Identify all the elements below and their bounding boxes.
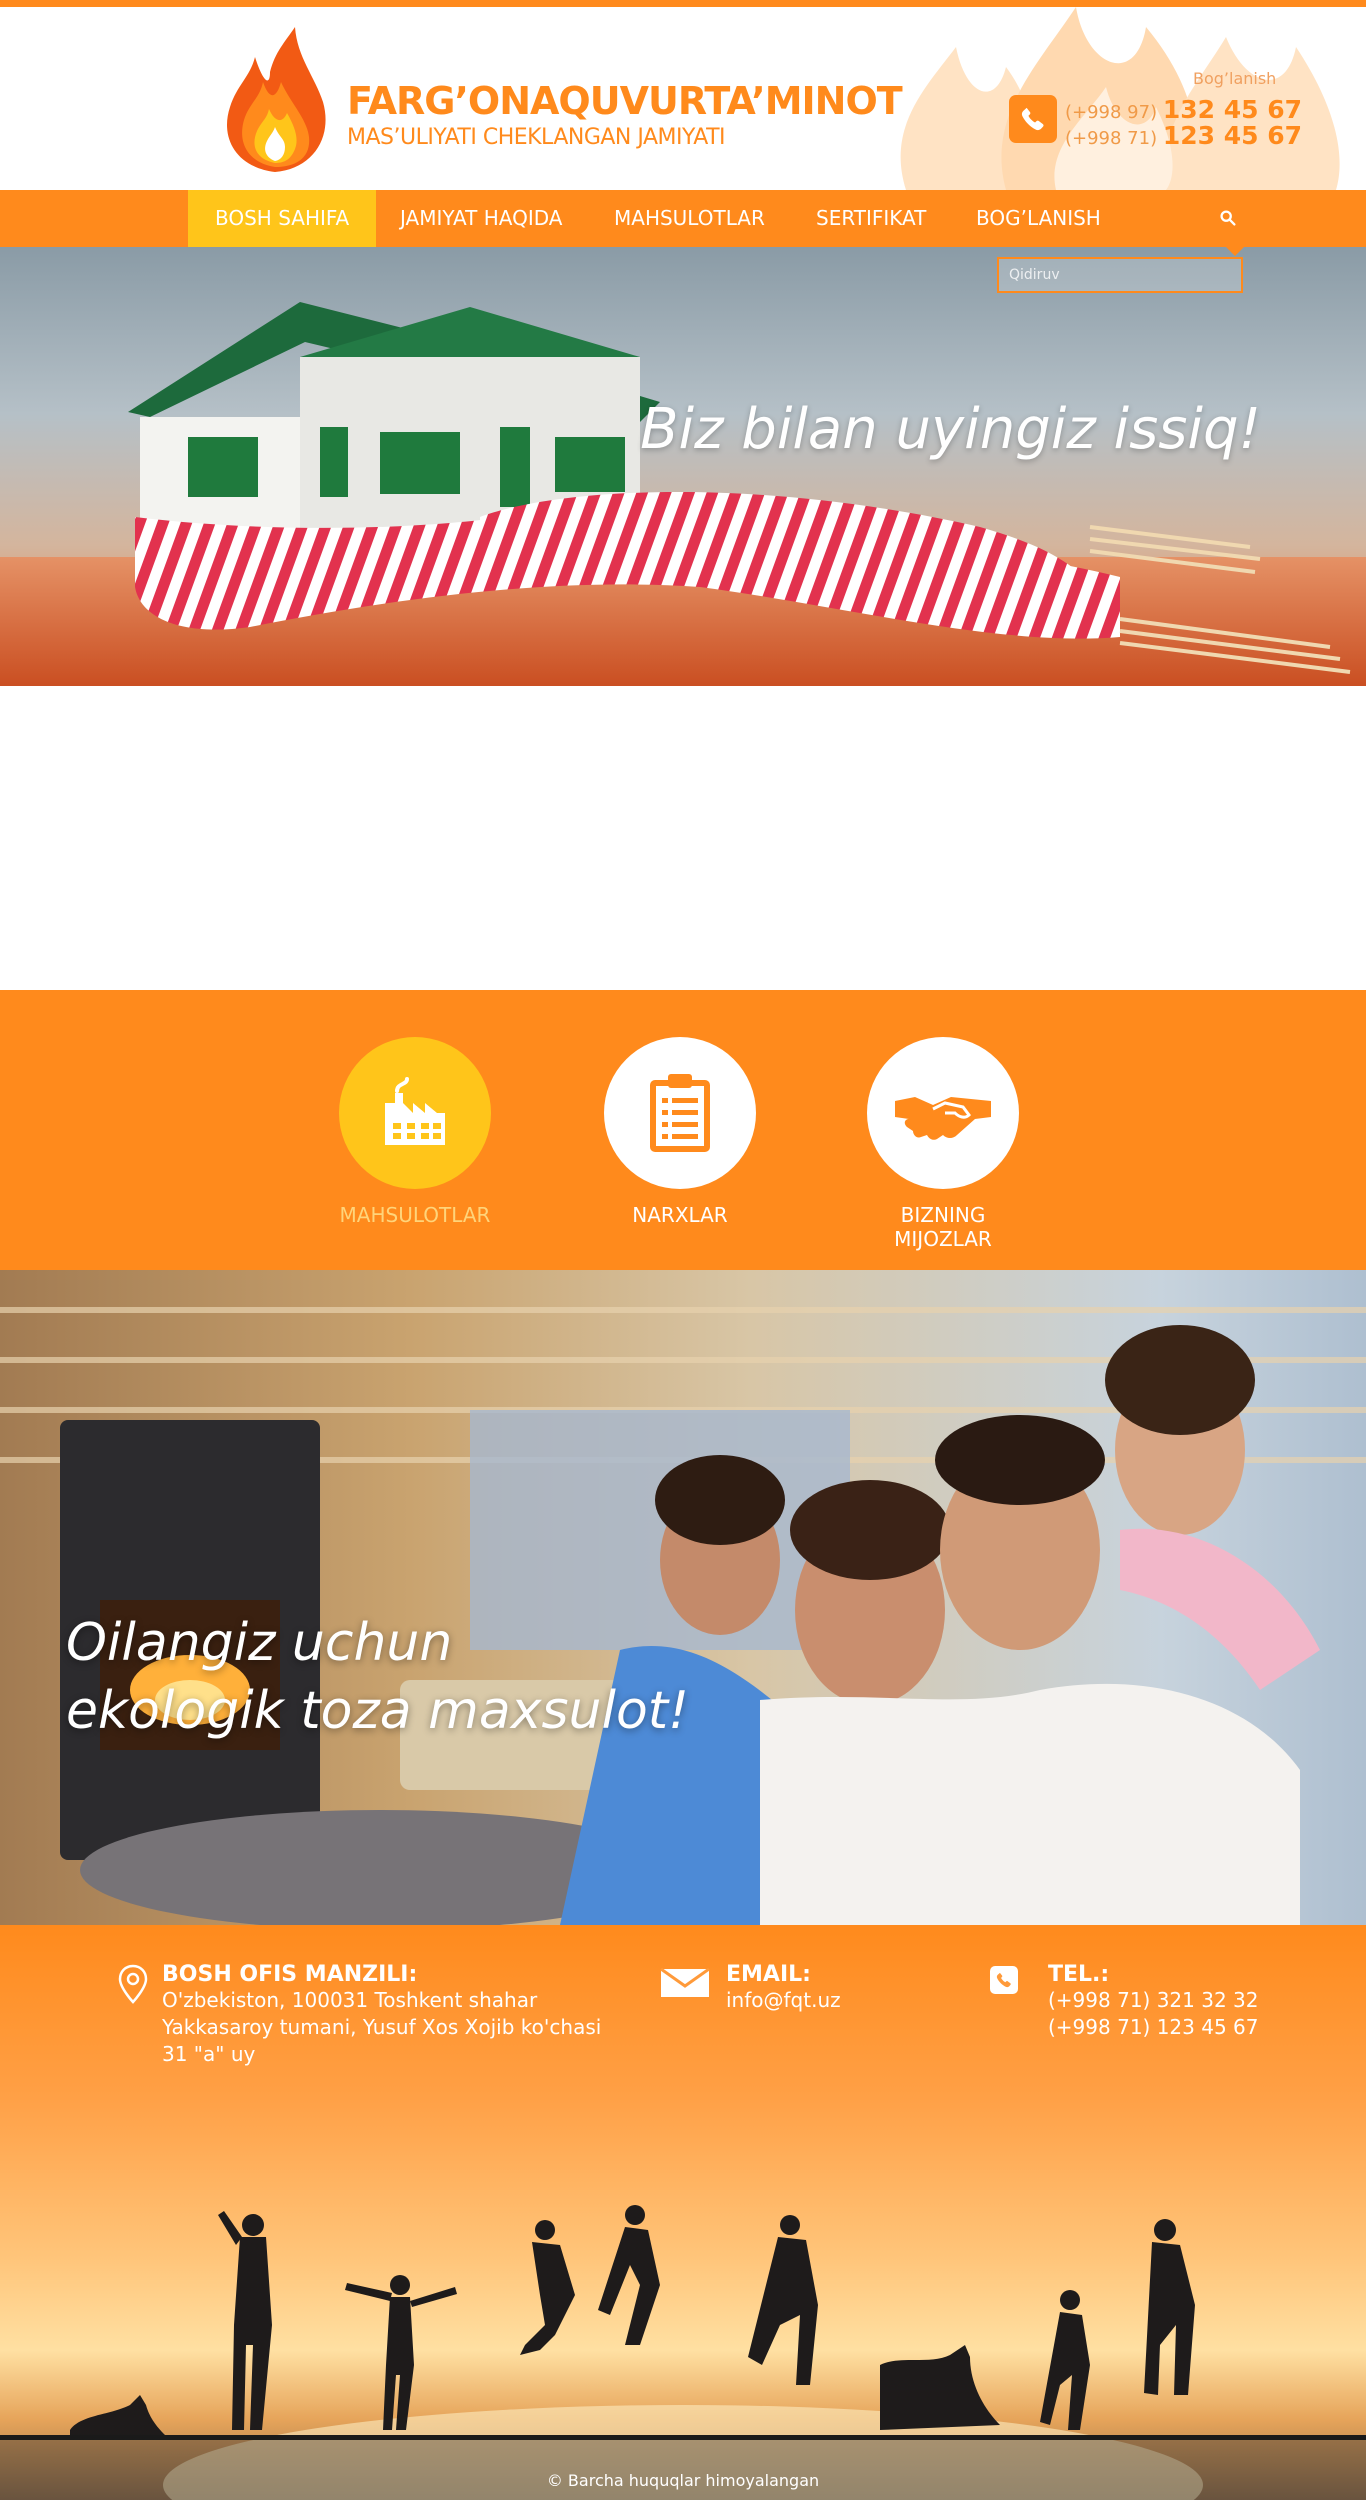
handshake-icon[interactable] bbox=[867, 1037, 1019, 1189]
email-link[interactable]: info@fqt.uz bbox=[726, 1987, 841, 2014]
factory-icon[interactable] bbox=[339, 1037, 491, 1189]
family-headline: Oilangiz uchun ekologik toza maxsulot! bbox=[66, 1610, 689, 1745]
nav-item-bosh-sahifa[interactable]: BOSH SAHIFA bbox=[188, 190, 377, 247]
feature-bizning-mijozlar[interactable]: BIZNING MIJOZLAR bbox=[853, 1037, 1033, 1251]
site-header: FARG’ONAQUVURTA’MINOT MAS’ULIYATI CHEKLA… bbox=[0, 7, 1366, 190]
features-section: MAHSULOTLAR NARXLAR BIZNING MIJOZLAR bbox=[0, 990, 1366, 1270]
search-input[interactable] bbox=[997, 257, 1243, 293]
hero-banner: Biz bilan uyingiz issiq! bbox=[0, 247, 1366, 686]
phone-icon bbox=[1009, 95, 1057, 143]
phone-number: 123 45 67 bbox=[1162, 121, 1303, 150]
family-banner: Oilangiz uchun ekologik toza maxsulot! bbox=[0, 1270, 1366, 1925]
location-pin-icon bbox=[118, 1964, 148, 2004]
tel-number[interactable]: (+998 71) 321 32 32 bbox=[1048, 1987, 1259, 2014]
family-headline-line-2: ekologik toza maxsulot! bbox=[66, 1680, 690, 1741]
copyright-text: © Barcha huquqlar himoyalangan bbox=[546, 2471, 820, 2490]
feature-label: NARXLAR bbox=[632, 1203, 728, 1227]
family-headline-line-1: Oilangiz uchun bbox=[66, 1613, 453, 1673]
email-block: EMAIL: info@fqt.uz bbox=[660, 1962, 841, 2014]
site-footer: BOSH OFIS MANZILI: O'zbekiston, 100031 T… bbox=[0, 1925, 1366, 2500]
tel-block: TEL.: (+998 71) 321 32 32 (+998 71) 123 … bbox=[990, 1962, 1259, 2041]
phone-line-2[interactable]: (+998 71) 123 45 67 bbox=[1065, 121, 1302, 150]
phone-prefix: (+998 97) bbox=[1065, 102, 1158, 123]
brand-title[interactable]: FARG’ONAQUVURTA’MINOT bbox=[347, 79, 903, 123]
brand-subtitle: MAS’ULIYATI CHEKLANGAN JAMIYATI bbox=[347, 125, 726, 150]
nav-item-boglanish[interactable]: BOG’LANISH bbox=[949, 190, 1128, 247]
clipboard-icon[interactable] bbox=[604, 1037, 756, 1189]
address-line: Yakkasaroy tumani, Yusuf Xos Xojib ko'ch… bbox=[162, 2015, 602, 2039]
address-title: BOSH OFIS MANZILI: bbox=[162, 1962, 418, 1987]
feature-narxlar[interactable]: NARXLAR bbox=[590, 1037, 770, 1227]
envelope-icon bbox=[660, 1968, 710, 1997]
nav-item-sertifikat[interactable]: SERTIFIKAT bbox=[789, 190, 953, 247]
main-nav: BOSH SAHIFA JAMIYAT HAQIDA MAHSULOTLAR S… bbox=[0, 190, 1366, 247]
feature-mahsulotlar[interactable]: MAHSULOTLAR bbox=[325, 1037, 505, 1227]
flame-logo[interactable] bbox=[215, 27, 335, 177]
phone-line-1[interactable]: (+998 97) 132 45 67 bbox=[1065, 95, 1302, 124]
contact-label[interactable]: Bog’lanish bbox=[1193, 69, 1276, 88]
phone-prefix: (+998 71) bbox=[1065, 128, 1158, 149]
phone-icon bbox=[990, 1966, 1018, 1994]
house-with-scarf-illustration bbox=[0, 302, 1366, 686]
address-line: O'zbekiston, 100031 Toshkent shahar bbox=[162, 1988, 538, 2012]
nav-item-mahsulotlar[interactable]: MAHSULOTLAR bbox=[587, 190, 792, 247]
search-dropdown-caret bbox=[1226, 247, 1244, 256]
tel-title: TEL.: bbox=[1048, 1962, 1110, 1987]
hero-headline: Biz bilan uyingiz issiq! bbox=[640, 397, 1261, 462]
search-icon[interactable] bbox=[1217, 207, 1239, 229]
tel-number[interactable]: (+998 71) 123 45 67 bbox=[1048, 2014, 1259, 2041]
email-title: EMAIL: bbox=[726, 1962, 811, 1987]
address-line: 31 "a" uy bbox=[162, 2042, 256, 2066]
feature-label: MAHSULOTLAR bbox=[339, 1203, 491, 1227]
nav-item-jamiyat-haqida[interactable]: JAMIYAT HAQIDA bbox=[373, 190, 590, 247]
address-block: BOSH OFIS MANZILI: O'zbekiston, 100031 T… bbox=[118, 1962, 601, 2068]
family-living-room-photo bbox=[0, 1307, 1366, 1925]
top-accent-bar bbox=[0, 0, 1366, 7]
feature-label: BIZNING MIJOZLAR bbox=[894, 1203, 992, 1251]
phone-number: 132 45 67 bbox=[1162, 95, 1303, 124]
